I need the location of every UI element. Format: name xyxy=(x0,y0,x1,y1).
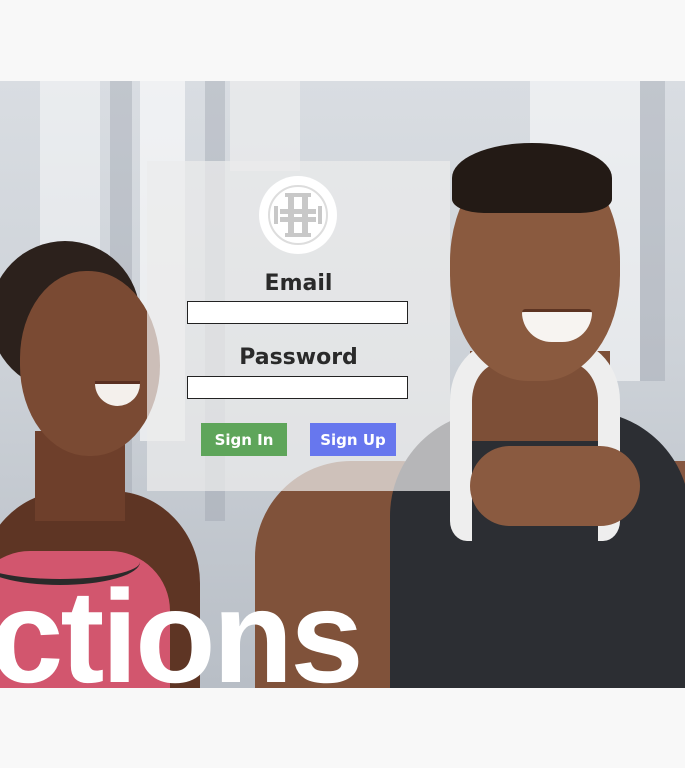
login-panel: Email Password Sign In Sign Up xyxy=(147,161,450,491)
gym-logo-icon xyxy=(259,176,337,254)
password-field[interactable] xyxy=(187,376,408,399)
password-label: Password xyxy=(239,345,358,370)
hero-background-text: ctions xyxy=(0,563,364,689)
window-column xyxy=(640,81,665,381)
email-label: Email xyxy=(264,271,333,296)
window-light xyxy=(230,81,300,171)
sign-in-button[interactable]: Sign In xyxy=(201,423,287,456)
email-field[interactable] xyxy=(187,301,408,324)
sign-up-button[interactable]: Sign Up xyxy=(310,423,396,456)
